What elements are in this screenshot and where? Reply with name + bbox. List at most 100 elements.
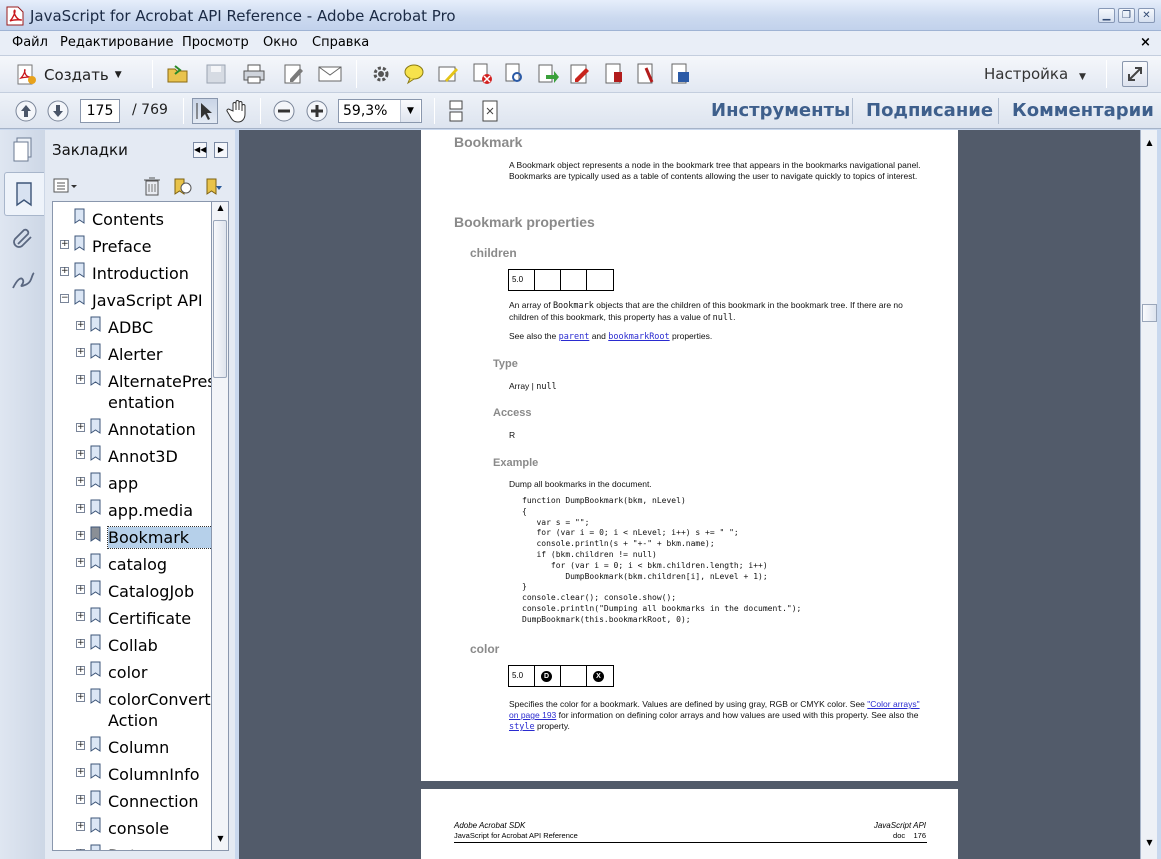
document-page: Bookmark A Bookmark object represents a … xyxy=(421,130,958,781)
sign-icon[interactable] xyxy=(568,62,592,86)
bookmark-icon xyxy=(90,817,101,833)
bookmark-label: app xyxy=(108,474,139,493)
menu-file[interactable]: Файл xyxy=(12,35,48,50)
fullscreen-button[interactable] xyxy=(1122,61,1148,87)
footer-left-title: Adobe Acrobat SDK xyxy=(454,821,526,830)
toolbar-separator xyxy=(183,98,184,124)
delete-page-icon[interactable] xyxy=(470,62,494,86)
page-number-input[interactable]: 175 xyxy=(80,99,120,123)
comment-icon[interactable] xyxy=(402,62,426,86)
page-thumbnails-icon[interactable] xyxy=(10,136,36,164)
expand-icon[interactable]: + xyxy=(76,375,85,384)
scroll-down-arrow[interactable]: ▼ xyxy=(1143,838,1156,852)
bookmark-icon xyxy=(74,235,85,251)
parent-link[interactable]: parent xyxy=(559,332,590,342)
save-icon[interactable] xyxy=(204,62,228,86)
next-page-icon[interactable] xyxy=(46,99,70,123)
sign-tab[interactable]: Подписание xyxy=(866,100,993,121)
close-window-button[interactable]: ✕ xyxy=(1138,8,1155,23)
export-icon[interactable] xyxy=(536,62,560,86)
signatures-icon[interactable] xyxy=(10,268,36,294)
bookmark-label: colorConvert xyxy=(108,690,211,709)
version-cell: D xyxy=(535,666,561,686)
zoom-dropdown-button[interactable]: ▼ xyxy=(400,100,420,122)
scroll-up-arrow[interactable]: ▲ xyxy=(1143,138,1156,152)
expand-icon[interactable]: + xyxy=(76,321,85,330)
create-label: Создать xyxy=(44,66,109,84)
menu-window[interactable]: Окно xyxy=(263,35,298,50)
scroll-up-arrow[interactable]: ▲ xyxy=(214,203,227,217)
collapse-panel-button[interactable]: ◀◀ xyxy=(193,142,207,158)
menu-help[interactable]: Справка xyxy=(312,35,369,50)
x-badge-icon: X xyxy=(593,671,604,682)
bookmark-options-menu[interactable] xyxy=(52,176,80,196)
menu-edit[interactable]: Редактирование xyxy=(60,35,173,50)
scroll-thumb[interactable] xyxy=(1142,304,1157,322)
menu-view[interactable]: Просмотр xyxy=(182,35,249,50)
search-document-icon[interactable] xyxy=(502,62,526,86)
bookmark-icon xyxy=(90,580,101,596)
expand-icon[interactable]: + xyxy=(76,741,85,750)
window-title: JavaScript for Acrobat API Reference - A… xyxy=(30,7,456,25)
expand-icon[interactable]: + xyxy=(76,531,85,540)
bookmarkroot-link[interactable]: bookmarkRoot xyxy=(608,332,669,342)
expand-icon[interactable]: + xyxy=(76,450,85,459)
restore-button[interactable]: ❐ xyxy=(1118,8,1135,23)
expand-icon[interactable]: + xyxy=(76,612,85,621)
close-document-button[interactable]: × xyxy=(1140,35,1151,50)
attachments-icon[interactable] xyxy=(10,224,36,250)
toolbar-separator xyxy=(434,98,435,124)
form-icon[interactable] xyxy=(602,62,626,86)
fit-page-icon[interactable] xyxy=(478,99,502,123)
customize-button[interactable]: Настройка ▼ xyxy=(984,65,1086,83)
expand-icon[interactable]: + xyxy=(76,795,85,804)
redact-icon[interactable] xyxy=(634,62,658,86)
expand-icon[interactable]: + xyxy=(76,477,85,486)
select-tool-button[interactable] xyxy=(192,98,218,124)
print-icon[interactable] xyxy=(242,62,266,86)
scrolling-mode-icon[interactable] xyxy=(444,99,468,123)
expand-icon[interactable]: + xyxy=(76,558,85,567)
expand-icon[interactable]: + xyxy=(76,348,85,357)
expand-icon[interactable]: + xyxy=(76,693,85,702)
new-bookmark-icon[interactable] xyxy=(172,176,192,196)
edit-document-icon[interactable] xyxy=(282,62,306,86)
bookmark-tree-scrollbar[interactable]: ▲ ▼ xyxy=(212,201,229,851)
expand-icon[interactable]: + xyxy=(76,666,85,675)
email-icon[interactable] xyxy=(318,62,342,86)
highlight-icon[interactable] xyxy=(436,62,460,86)
expand-icon[interactable]: + xyxy=(76,423,85,432)
document-scrollbar[interactable]: ▲ ▼ xyxy=(1140,130,1157,859)
scroll-down-arrow[interactable]: ▼ xyxy=(214,834,227,848)
protect-icon[interactable] xyxy=(668,62,692,86)
style-link[interactable]: style xyxy=(509,722,535,732)
trash-icon[interactable] xyxy=(143,176,161,196)
expand-icon[interactable]: + xyxy=(76,504,85,513)
footer-right-title: JavaScript API xyxy=(873,821,926,830)
scroll-thumb[interactable] xyxy=(213,220,227,378)
create-button[interactable]: Создать ▼ xyxy=(16,63,122,87)
zoom-out-icon[interactable] xyxy=(272,99,296,123)
open-folder-icon[interactable] xyxy=(166,62,190,86)
bookmarks-panel-tab[interactable] xyxy=(4,172,44,216)
expand-icon[interactable]: + xyxy=(76,639,85,648)
expand-bookmark-icon[interactable] xyxy=(204,176,224,196)
expand-icon[interactable]: + xyxy=(76,822,85,831)
version-cell: 5.0 xyxy=(509,666,535,686)
expand-icon[interactable]: + xyxy=(60,267,69,276)
expand-icon[interactable]: + xyxy=(76,849,85,850)
minimize-button[interactable]: ▁ xyxy=(1098,8,1115,23)
version-cell xyxy=(561,666,587,686)
previous-page-icon[interactable] xyxy=(14,99,38,123)
comments-tab[interactable]: Комментарии xyxy=(1012,100,1154,121)
collapse-icon[interactable]: − xyxy=(60,294,69,303)
expand-icon[interactable]: + xyxy=(60,240,69,249)
hand-tool-icon[interactable] xyxy=(225,98,251,124)
panel-options-button[interactable]: ▶ xyxy=(214,142,228,158)
gear-icon[interactable] xyxy=(369,62,393,86)
zoom-in-icon[interactable] xyxy=(305,99,329,123)
chevron-down-icon: ▼ xyxy=(114,70,122,80)
tools-tab[interactable]: Инструменты xyxy=(711,100,850,121)
expand-icon[interactable]: + xyxy=(76,768,85,777)
expand-icon[interactable]: + xyxy=(76,585,85,594)
